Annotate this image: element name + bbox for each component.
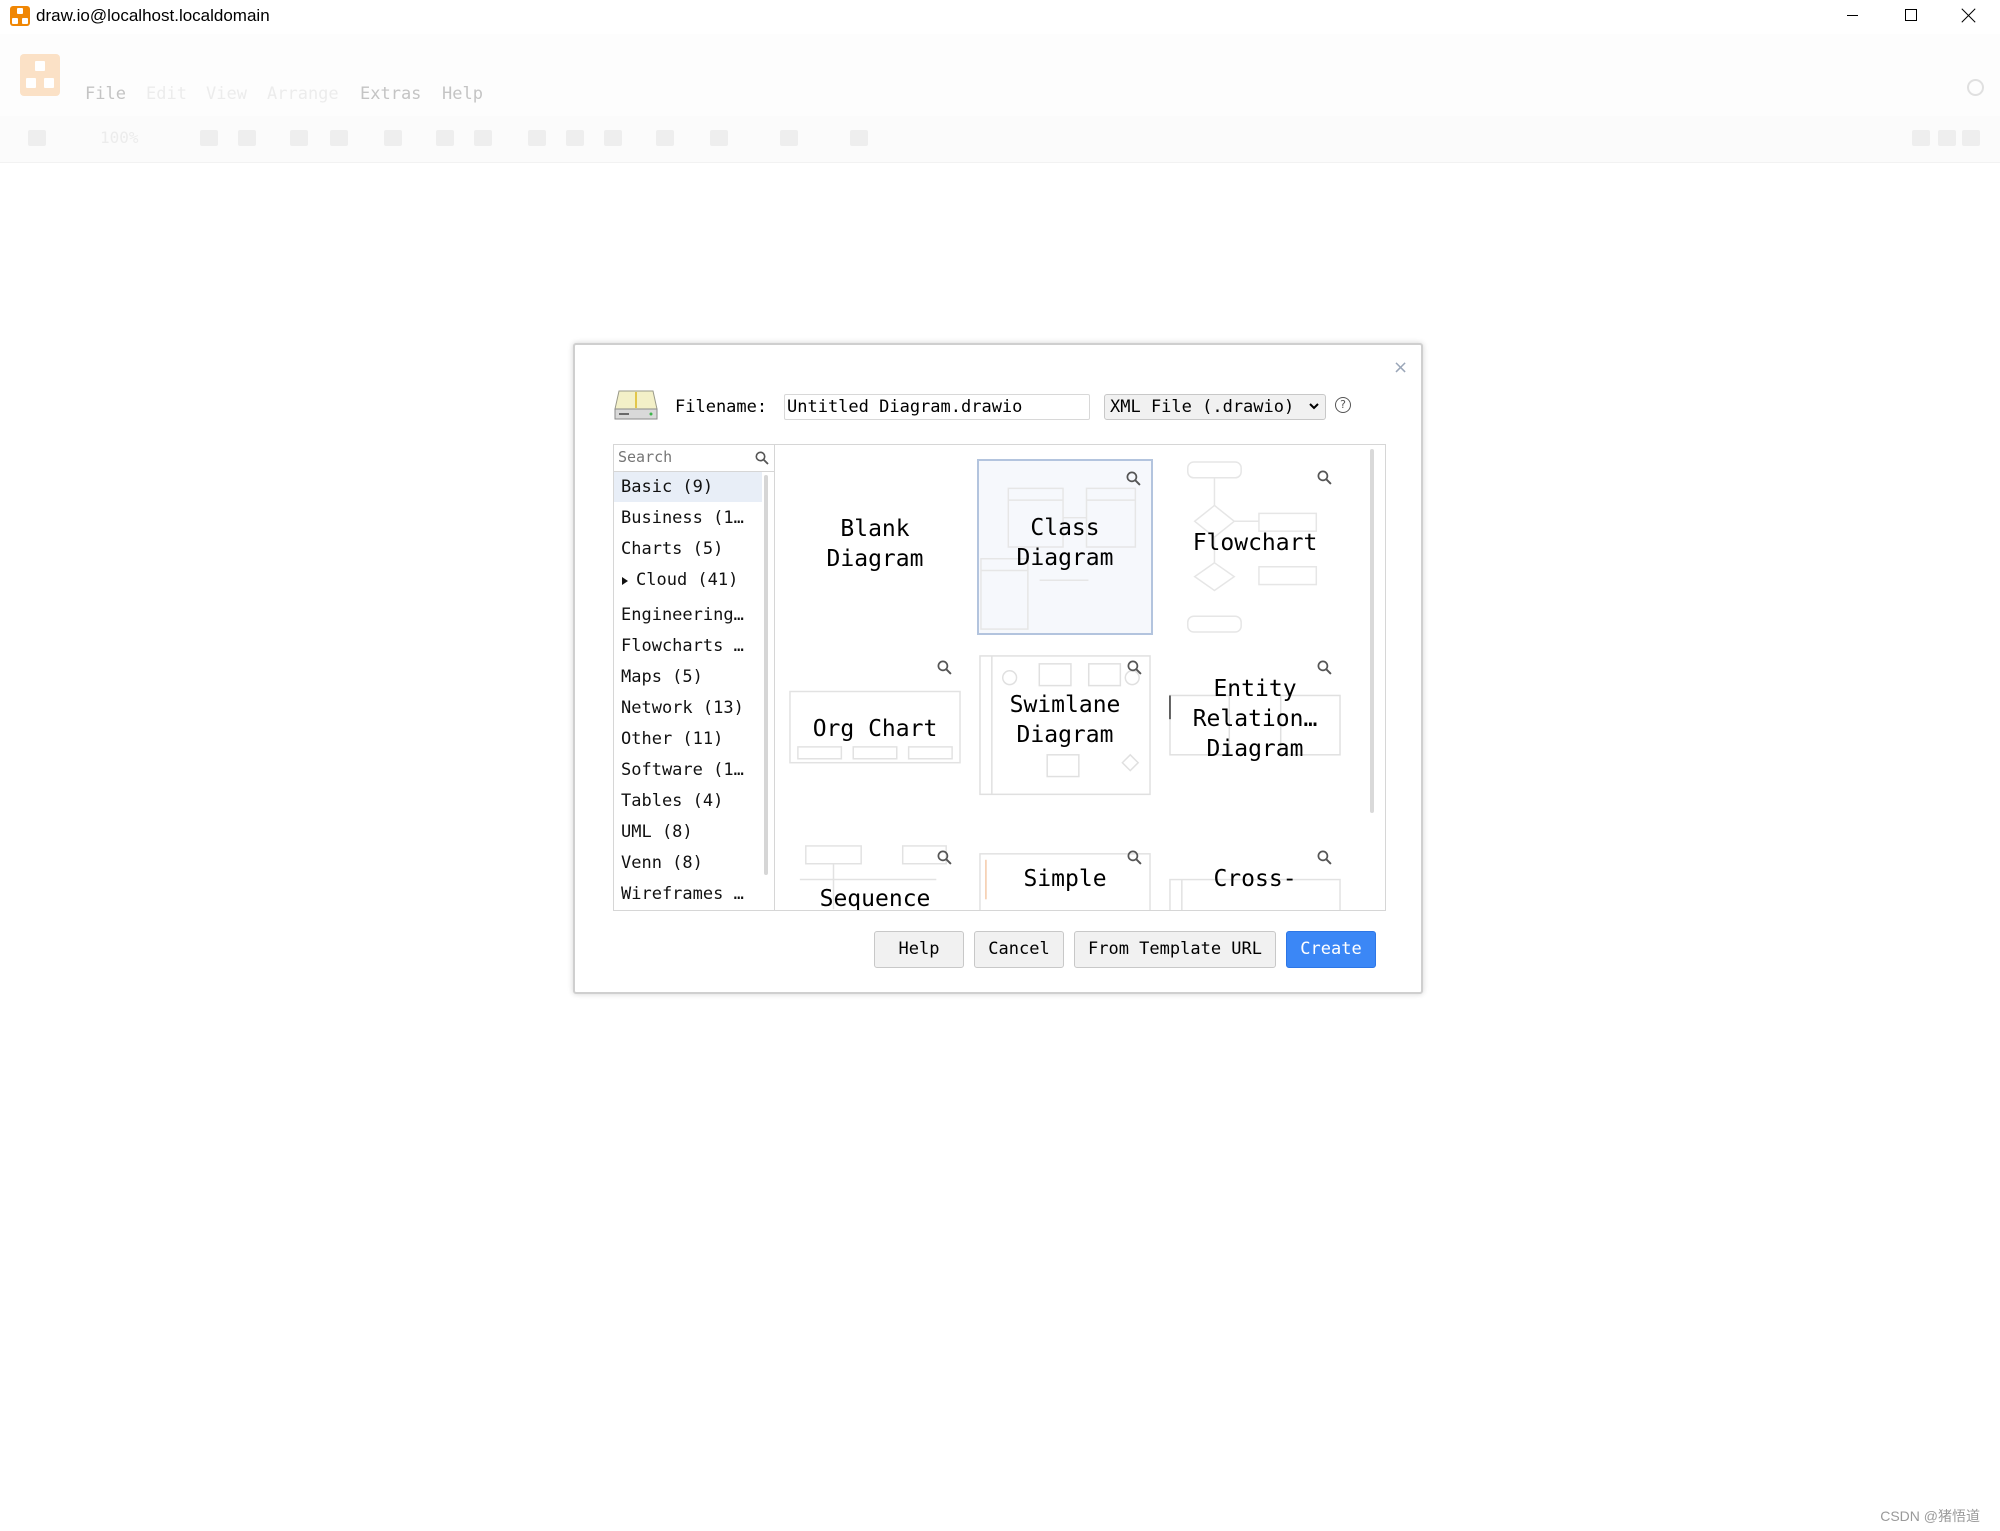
maximize-button[interactable] <box>1881 0 1939 32</box>
zoom-in-icon[interactable] <box>200 130 218 146</box>
format-panel-icon[interactable] <box>28 130 46 146</box>
maximize-icon <box>1905 9 1917 21</box>
line-color-icon[interactable] <box>566 130 584 146</box>
window-titlebar: draw.io@localhost.localdomain <box>0 0 2000 34</box>
menu-view[interactable]: View <box>206 84 247 104</box>
category-scrollbar[interactable] <box>764 475 768 875</box>
shadow-icon[interactable] <box>604 130 622 146</box>
delete-icon[interactable] <box>384 130 402 146</box>
template-org-chart[interactable]: Org Chart <box>787 649 963 825</box>
fill-color-icon[interactable] <box>528 130 546 146</box>
category-item-engineering[interactable]: Engineering… <box>614 600 762 630</box>
filename-label: Filename: <box>675 397 768 417</box>
preview-zoom-icon[interactable] <box>1126 471 1141 486</box>
template-class-diagram[interactable]: Class Diagram <box>977 459 1153 635</box>
drive-icon <box>614 390 658 420</box>
template-flowchart[interactable]: Flowchart <box>1167 459 1343 635</box>
category-item-uml[interactable]: UML (8) <box>614 817 762 847</box>
search-box <box>614 445 774 472</box>
to-back-icon[interactable] <box>474 130 492 146</box>
format-toggle-icon[interactable] <box>1938 130 1956 146</box>
template-swimlane-diagram[interactable]: Swimlane Diagram <box>977 649 1153 825</box>
search-input[interactable] <box>616 446 750 468</box>
search-icon[interactable] <box>755 451 769 465</box>
cancel-button[interactable]: Cancel <box>974 931 1064 968</box>
category-item-business[interactable]: Business (1… <box>614 503 762 533</box>
template-sequence[interactable]: Sequence <box>787 839 963 910</box>
watermark: CSDN @猪悟道 <box>1880 1508 1980 1524</box>
preview-zoom-icon[interactable] <box>1127 660 1142 675</box>
category-panel: Basic (9) Business (1… Charts (5) Cloud … <box>613 444 775 911</box>
zoom-level[interactable]: 100% <box>100 128 139 147</box>
window-title: draw.io@localhost.localdomain <box>36 6 270 25</box>
category-item-other[interactable]: Other (11) <box>614 724 762 754</box>
template-scrollbar[interactable] <box>1370 449 1374 813</box>
category-item-maps[interactable]: Maps (5) <box>614 662 762 692</box>
template-grid: Blank Diagram Class Diagram Flowchart Or… <box>775 444 1386 911</box>
template-blank-diagram[interactable]: Blank Diagram <box>787 459 963 635</box>
dialog-close-icon[interactable]: × <box>1393 357 1408 378</box>
help-icon[interactable]: ? <box>1335 397 1351 413</box>
zoom-out-icon[interactable] <box>238 130 256 146</box>
theme-toggle-icon[interactable] <box>1967 79 1984 96</box>
minimize-icon <box>1847 15 1858 16</box>
table-icon[interactable] <box>850 130 868 146</box>
category-item-basic[interactable]: Basic (9) <box>614 472 762 502</box>
window-close-button[interactable] <box>1939 0 1997 32</box>
menu-arrange[interactable]: Arrange <box>267 84 339 104</box>
from-template-url-button[interactable]: From Template URL <box>1074 931 1276 968</box>
category-item-charts[interactable]: Charts (5) <box>614 534 762 564</box>
preview-zoom-icon[interactable] <box>937 850 952 865</box>
app-menubar: File Edit View Arrange Extras Help <box>0 34 2000 116</box>
category-item-wireframes[interactable]: Wireframes … <box>614 879 762 909</box>
filename-input[interactable] <box>784 394 1090 420</box>
connection-icon[interactable] <box>656 130 674 146</box>
minimize-button[interactable] <box>1823 0 1881 32</box>
expand-triangle-icon[interactable] <box>622 577 628 585</box>
to-front-icon[interactable] <box>436 130 454 146</box>
template-entity-relation-diagram[interactable]: Entity Relation… Diagram <box>1167 649 1343 825</box>
category-item-software[interactable]: Software (1… <box>614 755 762 785</box>
category-item-network[interactable]: Network (13) <box>614 693 762 723</box>
menu-file[interactable]: File <box>85 84 126 104</box>
chevron-down-icon <box>1309 403 1319 410</box>
category-item-venn[interactable]: Venn (8) <box>614 848 762 878</box>
drawio-app-icon <box>10 6 30 26</box>
preview-zoom-icon[interactable] <box>1317 470 1332 485</box>
format-select[interactable]: XML File (.drawio) <box>1104 394 1326 420</box>
drawio-logo <box>20 54 60 96</box>
menu-extras[interactable]: Extras <box>360 84 421 104</box>
preview-zoom-icon[interactable] <box>1317 850 1332 865</box>
new-diagram-dialog: × Filename: XML File (.drawio) ? Basic (… <box>573 343 1423 994</box>
preview-zoom-icon[interactable] <box>937 660 952 675</box>
category-item-flowcharts[interactable]: Flowcharts … <box>614 631 762 661</box>
app-toolbar: 100% <box>0 116 2000 163</box>
help-button[interactable]: Help <box>874 931 964 968</box>
create-button[interactable]: Create <box>1286 931 1376 968</box>
preview-zoom-icon[interactable] <box>1127 850 1142 865</box>
menu-edit[interactable]: Edit <box>146 84 187 104</box>
insert-icon[interactable] <box>780 130 798 146</box>
category-item-tables[interactable]: Tables (4) <box>614 786 762 816</box>
category-item-cloud[interactable]: Cloud (41) <box>614 565 762 595</box>
waypoints-icon[interactable] <box>710 130 728 146</box>
format-select-value: XML File (.drawio) <box>1110 397 1295 417</box>
menu-help[interactable]: Help <box>442 84 483 104</box>
undo-icon[interactable] <box>290 130 308 146</box>
redo-icon[interactable] <box>330 130 348 146</box>
fullscreen-icon[interactable] <box>1912 130 1930 146</box>
template-simple[interactable]: Simple <box>977 839 1153 910</box>
preview-zoom-icon[interactable] <box>1317 660 1332 675</box>
collapse-icon[interactable] <box>1962 130 1980 146</box>
template-cross-functional[interactable]: Cross- <box>1167 839 1343 910</box>
